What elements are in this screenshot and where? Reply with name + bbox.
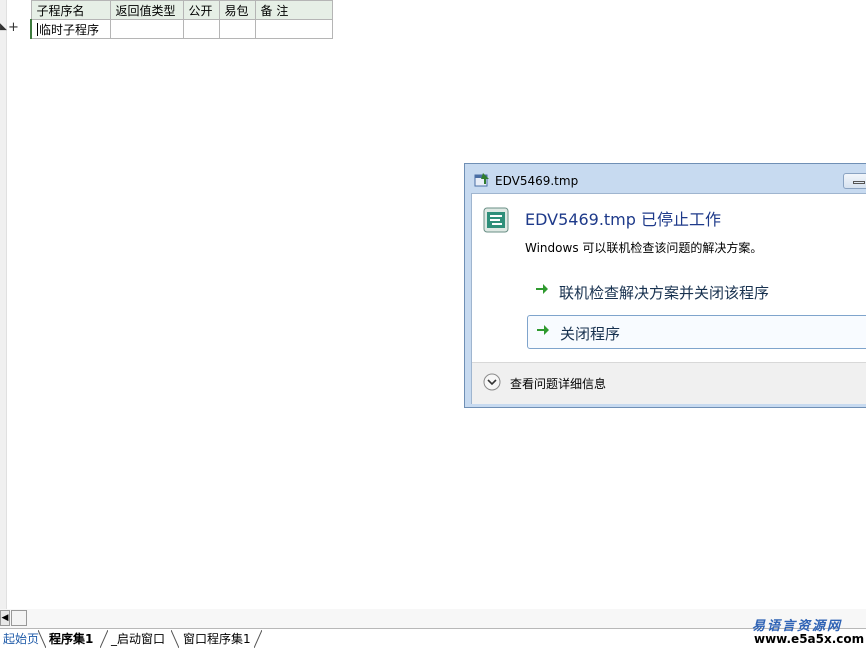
tab-start-page[interactable]: 起始页 (0, 630, 42, 648)
text-caret (37, 22, 38, 36)
cell-public[interactable] (182, 19, 220, 39)
tab-separator (171, 630, 179, 648)
col-header-remark: 备 注 (254, 0, 333, 20)
minimize-icon (853, 181, 865, 184)
check-online-label: 联机检查解决方案并关闭该程序 (559, 284, 770, 302)
scroll-left-arrow-icon[interactable]: ◀ (0, 610, 10, 626)
chevron-down-icon[interactable] (483, 373, 501, 391)
check-online-and-close-button[interactable]: 联机检查解决方案并关闭该程序 (527, 275, 866, 309)
cell-package[interactable] (218, 19, 256, 39)
tab-separator (254, 630, 262, 648)
close-program-label: 关闭程序 (560, 325, 621, 343)
col-header-return-type: 返回值类型 (109, 0, 184, 20)
watermark-url: www.e5a5x.com (754, 632, 865, 646)
expand-plus-icon[interactable]: + (8, 20, 19, 36)
program-icon (483, 207, 509, 233)
dialog-heading: EDV5469.tmp 已停止工作 (525, 210, 722, 229)
tab-separator (38, 630, 46, 648)
dialog-body: EDV5469.tmp 已停止工作 Windows 可以联机检查该问题的解决方案… (471, 193, 866, 404)
table-header-row: 子程序名 返回值类型 公开 易包 备 注 (30, 0, 333, 20)
tab-window-program-set-1[interactable]: 窗口程序集1 (180, 630, 254, 648)
col-header-public: 公开 (182, 0, 220, 20)
subroutine-table: 子程序名 返回值类型 公开 易包 备 注 临时子程序 (30, 0, 333, 39)
scroll-thumb[interactable] (11, 610, 27, 626)
dialog-description: Windows 可以联机检查该问题的解决方案。 (525, 241, 763, 255)
horizontal-scrollbar[interactable]: ◀ (0, 609, 866, 628)
green-arrow-icon (537, 325, 549, 335)
tab-separator (100, 630, 108, 648)
dialog-title: EDV5469.tmp (495, 174, 579, 188)
cell-return-type[interactable] (109, 19, 184, 39)
editor-tab-bar: 起始页 程序集1 _启动窗口 窗口程序集1 (0, 628, 866, 653)
close-program-button[interactable]: 关闭程序 (527, 315, 866, 349)
col-header-name: 子程序名 (30, 0, 111, 20)
col-header-package: 易包 (218, 0, 256, 20)
view-details-link[interactable]: 查看问题详细信息 (510, 375, 606, 392)
tab-startup-window[interactable]: _启动窗口 (108, 630, 168, 648)
dialog-titlebar[interactable]: EDV5469.tmp (465, 164, 866, 192)
left-gutter (0, 0, 7, 610)
cell-subroutine-name[interactable]: 临时子程序 (30, 19, 111, 39)
green-arrow-icon (536, 284, 548, 294)
subroutine-name-text: 临时子程序 (39, 22, 100, 37)
table-row[interactable]: 临时子程序 (30, 19, 333, 39)
tab-program-set-1[interactable]: 程序集1 (46, 630, 96, 648)
app-window-icon (474, 173, 489, 187)
dialog-footer: 查看问题详细信息 (472, 362, 866, 404)
error-dialog: EDV5469.tmp EDV5469.tmp 已停止工作 Windows 可以… (464, 163, 866, 408)
minimize-button[interactable] (843, 173, 866, 189)
row-marker-icon: ◣ (0, 22, 7, 32)
cell-remark[interactable] (254, 19, 333, 39)
